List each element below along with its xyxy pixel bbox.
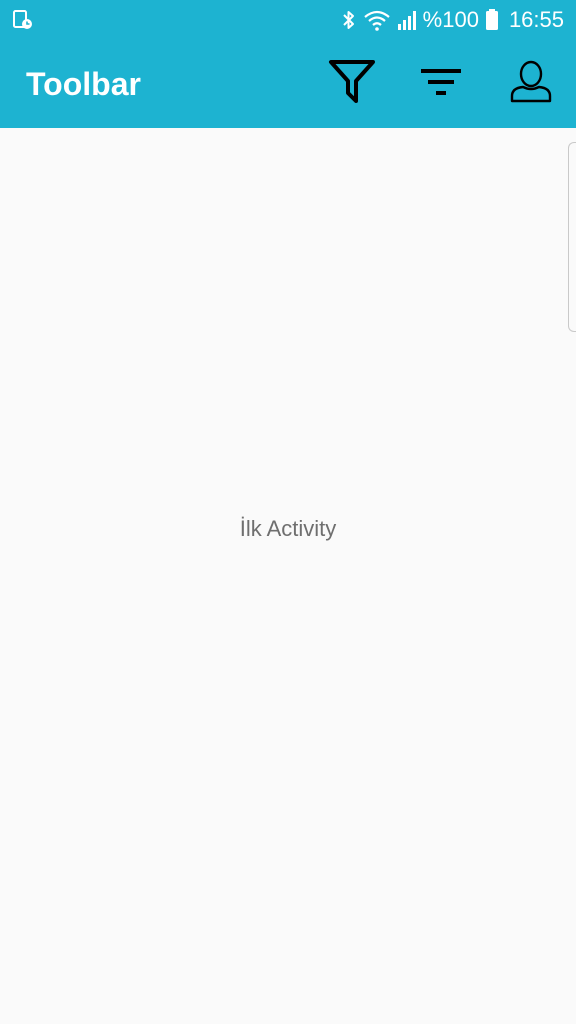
signal-icon (397, 8, 417, 32)
sort-button[interactable] (409, 40, 473, 128)
wifi-icon (363, 8, 391, 32)
person-icon (509, 60, 553, 109)
activity-label: İlk Activity (239, 516, 337, 541)
sort-lines-icon (421, 67, 461, 102)
filter-funnel-icon (328, 59, 376, 110)
app-toolbar: Toolbar (0, 40, 576, 128)
main-content: İlk Activity (0, 128, 576, 1024)
battery-percentage: %100 (422, 7, 479, 32)
status-clock: 16:55 (508, 7, 564, 32)
status-indicators: %100 16:55 (341, 0, 564, 40)
bluetooth-icon (341, 8, 357, 32)
toolbar-title: Toolbar (26, 66, 141, 102)
edge-panel-handle[interactable] (568, 142, 576, 332)
battery-icon (485, 8, 499, 32)
status-bar: %100 16:55 (0, 0, 576, 40)
filter-button[interactable] (320, 40, 384, 128)
screenshot-notification-icon (12, 9, 34, 31)
profile-button[interactable] (499, 40, 563, 128)
